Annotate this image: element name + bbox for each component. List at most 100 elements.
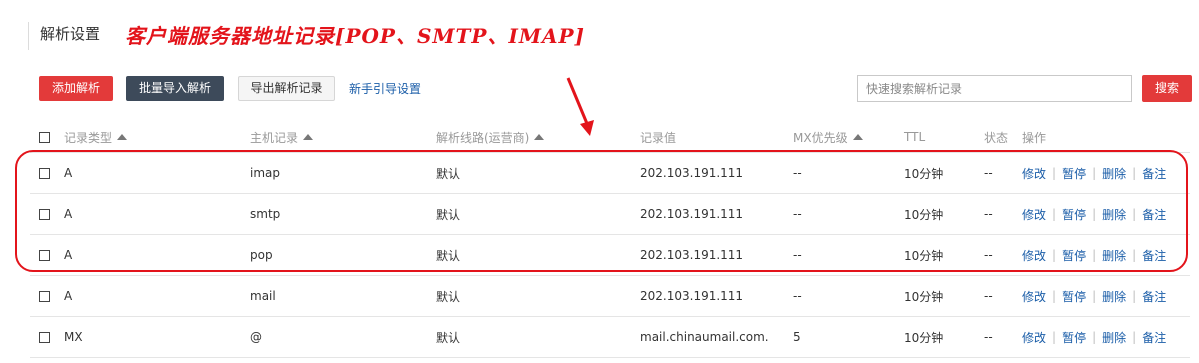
header-status: 状态 xyxy=(984,130,1009,145)
batch-import-button[interactable]: 批量导入解析 xyxy=(126,76,224,101)
record-type: MX xyxy=(64,330,83,344)
row-checkbox[interactable] xyxy=(39,208,50,220)
note-link[interactable]: 备注 xyxy=(1142,206,1166,223)
table-header: 记录类型 主机记录 解析线路(运营商) 记录值 MX优先级 TTL 状态 操作 xyxy=(30,122,1190,153)
header-ops: 操作 xyxy=(1022,130,1047,145)
sort-up-icon xyxy=(534,134,545,140)
pause-link[interactable]: 暂停 xyxy=(1062,206,1086,223)
edit-link[interactable]: 修改 xyxy=(1022,165,1046,182)
note-link[interactable]: 备注 xyxy=(1142,247,1166,264)
action-separator: | xyxy=(1052,207,1057,221)
edit-link[interactable]: 修改 xyxy=(1022,288,1046,305)
record-value: 202.103.191.111 xyxy=(640,207,744,221)
ttl-value: 10分钟 xyxy=(904,289,944,304)
header-type[interactable]: 记录类型 xyxy=(64,122,128,152)
record-type: A xyxy=(64,289,73,303)
table-row: Asmtp 默认 202.103.191.111 -- 10分钟 -- 修改 | 暂停 | 删除 | 备… xyxy=(30,194,1190,235)
host-record: imap xyxy=(250,166,280,180)
status-value: -- xyxy=(984,207,993,221)
edit-link[interactable]: 修改 xyxy=(1022,329,1046,346)
table-row: Aimap 默认 202.103.191.111 -- 10分钟 -- 修改 | 暂停 | 删除 | 备… xyxy=(30,153,1190,194)
record-value: 202.103.191.111 xyxy=(640,166,744,180)
sort-up-icon xyxy=(303,134,314,140)
search-button[interactable]: 搜索 xyxy=(1142,75,1192,102)
table-row: Apop 默认 202.103.191.111 -- 10分钟 -- 修改 | 暂停 | 删除 | 备注 xyxy=(30,235,1190,276)
ttl-value: 10分钟 xyxy=(904,330,944,345)
note-link[interactable]: 备注 xyxy=(1142,329,1166,346)
table-body: Aimap 默认 202.103.191.111 -- 10分钟 -- 修改 | 暂停 | 删除 | 备… xyxy=(30,153,1190,358)
ttl-value: 10分钟 xyxy=(904,166,944,181)
add-record-button[interactable]: 添加解析 xyxy=(39,76,113,101)
export-records-button[interactable]: 导出解析记录 xyxy=(238,76,335,101)
header-host[interactable]: 主机记录 xyxy=(250,122,314,152)
edit-link[interactable]: 修改 xyxy=(1022,206,1046,223)
status-value: -- xyxy=(984,166,993,180)
pause-link[interactable]: 暂停 xyxy=(1062,165,1086,182)
host-record: smtp xyxy=(250,207,281,221)
record-value: mail.chinaumail.com. xyxy=(640,330,769,344)
delete-link[interactable]: 删除 xyxy=(1102,206,1126,223)
pause-link[interactable]: 暂停 xyxy=(1062,247,1086,264)
title-divider xyxy=(28,22,29,50)
resolve-line: 默认 xyxy=(436,330,461,345)
header-ttl: TTL xyxy=(904,130,926,144)
select-all-checkbox[interactable] xyxy=(39,131,50,143)
annotation-text: 客户端服务器地址记录[POP、SMTP、IMAP] xyxy=(125,24,585,48)
action-separator: | xyxy=(1132,207,1137,221)
row-checkbox[interactable] xyxy=(39,331,50,343)
table-row: Amail 默认 202.103.191.111 -- 10分钟 -- 修改 | 暂停 | 删除 | 备… xyxy=(30,276,1190,317)
record-value: 202.103.191.111 xyxy=(640,289,744,303)
row-checkbox[interactable] xyxy=(39,290,50,302)
resolve-line: 默认 xyxy=(436,207,461,222)
row-checkbox[interactable] xyxy=(39,167,50,179)
row-actions: 修改 | 暂停 | 删除 | 备注 xyxy=(1022,235,1166,275)
delete-link[interactable]: 删除 xyxy=(1102,329,1126,346)
action-separator: | xyxy=(1092,207,1097,221)
action-separator: | xyxy=(1132,330,1137,344)
action-separator: | xyxy=(1052,330,1057,344)
host-record: mail xyxy=(250,289,276,303)
action-separator: | xyxy=(1052,289,1057,303)
resolve-line: 默认 xyxy=(436,289,461,304)
header-mx[interactable]: MX优先级 xyxy=(793,122,863,152)
header-value: 记录值 xyxy=(640,130,677,145)
sort-up-icon xyxy=(117,134,128,140)
action-separator: | xyxy=(1052,248,1057,262)
note-link[interactable]: 备注 xyxy=(1142,165,1166,182)
delete-link[interactable]: 删除 xyxy=(1102,247,1126,264)
action-separator: | xyxy=(1132,289,1137,303)
row-actions: 修改 | 暂停 | 删除 | 备注 xyxy=(1022,317,1166,357)
host-record: @ xyxy=(250,330,262,344)
ttl-value: 10分钟 xyxy=(904,248,944,263)
pause-link[interactable]: 暂停 xyxy=(1062,329,1086,346)
delete-link[interactable]: 删除 xyxy=(1102,288,1126,305)
mx-priority: -- xyxy=(793,166,802,180)
record-type: A xyxy=(64,248,73,262)
mx-priority: -- xyxy=(793,207,802,221)
resolve-line: 默认 xyxy=(436,248,461,263)
action-separator: | xyxy=(1132,248,1137,262)
note-link[interactable]: 备注 xyxy=(1142,288,1166,305)
mx-priority: -- xyxy=(793,248,802,262)
mx-priority: 5 xyxy=(793,330,801,344)
header-line[interactable]: 解析线路(运营商) xyxy=(436,122,545,152)
status-value: -- xyxy=(984,248,993,262)
action-separator: | xyxy=(1092,289,1097,303)
host-record: pop xyxy=(250,248,273,262)
guide-settings-link[interactable]: 新手引导设置 xyxy=(349,80,421,97)
status-value: -- xyxy=(984,330,993,344)
action-separator: | xyxy=(1092,248,1097,262)
search-input[interactable] xyxy=(857,75,1132,102)
row-checkbox[interactable] xyxy=(39,249,50,261)
records-table: 记录类型 主机记录 解析线路(运营商) 记录值 MX优先级 TTL 状态 操作 … xyxy=(30,122,1190,358)
delete-link[interactable]: 删除 xyxy=(1102,165,1126,182)
record-type: A xyxy=(64,207,73,221)
record-value: 202.103.191.111 xyxy=(640,248,744,262)
pause-link[interactable]: 暂停 xyxy=(1062,288,1086,305)
row-actions: 修改 | 暂停 | 删除 | 备注 xyxy=(1022,153,1166,193)
edit-link[interactable]: 修改 xyxy=(1022,247,1046,264)
mx-priority: -- xyxy=(793,289,802,303)
sort-up-icon xyxy=(852,134,863,140)
page-title: 解析设置 xyxy=(40,25,101,43)
table-row: MX @ 默认 mail.chinaumail.com. 5 10分钟 -- 修改 | 暂停 | 删除… xyxy=(30,317,1190,358)
